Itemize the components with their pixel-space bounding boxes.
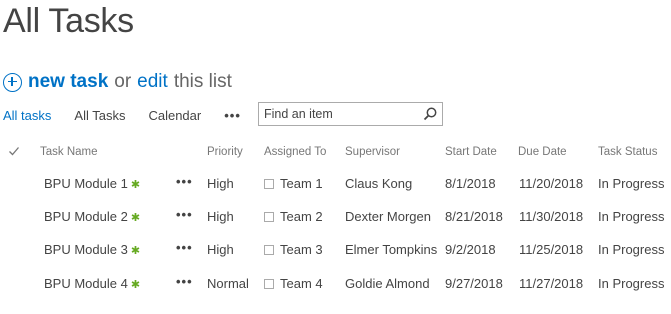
tab-all-tasks-active[interactable]: All tasks xyxy=(3,108,51,123)
column-header-assigned-to[interactable]: Assigned To xyxy=(264,146,326,158)
task-name-link[interactable]: BPU Module 4 xyxy=(44,276,128,291)
column-header-task-name[interactable]: Task Name xyxy=(40,146,98,158)
task-name-link[interactable]: BPU Module 2 xyxy=(44,209,128,224)
task-name-link[interactable]: BPU Module 1 xyxy=(44,176,128,191)
assigned-to-cell: Team 3 xyxy=(264,242,323,257)
row-ellipsis-menu[interactable]: ••• xyxy=(176,274,193,289)
column-header-supervisor[interactable]: Supervisor xyxy=(345,146,400,158)
priority-cell: High xyxy=(207,242,234,257)
assigned-to-link[interactable]: Team 1 xyxy=(280,176,323,191)
new-item-icon: ✱ xyxy=(130,245,141,257)
view-tabs: All tasks All Tasks Calendar ••• xyxy=(3,105,263,125)
priority-cell: Normal xyxy=(207,276,249,291)
start-date-cell: 8/21/2018 xyxy=(445,209,503,224)
row-ellipsis-menu[interactable]: ••• xyxy=(176,207,193,222)
new-task-line: new task or edit this list xyxy=(3,70,238,94)
person-presence-icon xyxy=(264,279,274,289)
assigned-to-cell: Team 2 xyxy=(264,209,323,224)
column-header-priority[interactable]: Priority xyxy=(207,146,243,158)
column-header-due-date[interactable]: Due Date xyxy=(518,146,567,158)
checkmark-icon[interactable] xyxy=(8,145,20,157)
assigned-to-link[interactable]: Team 2 xyxy=(280,209,323,224)
this-list-text: this list xyxy=(173,71,232,92)
task-name-link[interactable]: BPU Module 3 xyxy=(44,242,128,257)
task-name-cell[interactable]: BPU Module 3 ✱ xyxy=(44,242,140,257)
table-row[interactable]: BPU Module 4 ✱ ••• Normal Team 4 Goldie A… xyxy=(0,268,671,301)
supervisor-cell: Goldie Almond xyxy=(345,276,430,291)
search-icon[interactable] xyxy=(422,106,438,122)
tab-all-tasks[interactable]: All Tasks xyxy=(74,108,125,123)
page-title: All Tasks xyxy=(3,2,134,40)
column-header-start-date[interactable]: Start Date xyxy=(445,146,497,158)
supervisor-cell: Elmer Tompkins xyxy=(345,242,438,257)
task-name-cell[interactable]: BPU Module 4 ✱ xyxy=(44,276,140,291)
row-ellipsis-menu[interactable]: ••• xyxy=(176,240,193,255)
due-date-cell: 11/25/2018 xyxy=(519,242,584,257)
person-presence-icon xyxy=(264,245,274,255)
table-row[interactable]: BPU Module 3 ✱ ••• High Team 3 Elmer Tomp… xyxy=(0,234,671,267)
task-name-cell[interactable]: BPU Module 1 ✱ xyxy=(44,176,140,191)
assigned-to-cell: Team 1 xyxy=(264,176,323,191)
due-date-cell: 11/20/2018 xyxy=(519,176,584,191)
due-date-cell: 11/27/2018 xyxy=(519,276,584,291)
edit-link[interactable]: edit xyxy=(137,71,168,93)
start-date-cell: 8/1/2018 xyxy=(445,176,496,191)
task-name-cell[interactable]: BPU Module 2 ✱ xyxy=(44,209,140,224)
add-circle-icon[interactable] xyxy=(3,72,22,92)
task-status-cell: In Progress xyxy=(598,276,665,291)
column-header-task-status[interactable]: Task Status xyxy=(598,146,657,158)
person-presence-icon xyxy=(264,212,274,222)
row-ellipsis-menu[interactable]: ••• xyxy=(176,174,193,189)
or-text: or xyxy=(114,71,132,92)
supervisor-cell: Claus Kong xyxy=(345,176,413,191)
assigned-to-link[interactable]: Team 3 xyxy=(280,242,323,257)
assigned-to-link[interactable]: Team 4 xyxy=(280,276,323,291)
table-row[interactable]: BPU Module 2 ✱ ••• High Team 2 Dexter Mor… xyxy=(0,201,671,234)
tab-calendar[interactable]: Calendar xyxy=(148,108,201,123)
task-status-cell: In Progress xyxy=(598,209,665,224)
task-status-cell: In Progress xyxy=(598,242,665,257)
priority-cell: High xyxy=(207,209,234,224)
more-views-ellipsis[interactable]: ••• xyxy=(224,108,241,123)
start-date-cell: 9/2/2018 xyxy=(445,242,496,257)
due-date-cell: 11/30/2018 xyxy=(519,209,584,224)
table-row[interactable]: BPU Module 1 ✱ ••• High Team 1 Claus Kong… xyxy=(0,168,671,201)
new-task-link[interactable]: new task xyxy=(28,71,108,93)
new-item-icon: ✱ xyxy=(130,279,141,291)
priority-cell: High xyxy=(207,176,234,191)
start-date-cell: 9/27/2018 xyxy=(445,276,503,291)
task-status-cell: In Progress xyxy=(598,176,665,191)
new-item-icon: ✱ xyxy=(130,212,141,224)
person-presence-icon xyxy=(264,179,274,189)
new-item-icon: ✱ xyxy=(130,179,141,191)
assigned-to-cell: Team 4 xyxy=(264,276,323,291)
supervisor-cell: Dexter Morgen xyxy=(345,209,431,224)
search-box xyxy=(258,102,443,126)
search-input[interactable] xyxy=(259,107,419,121)
